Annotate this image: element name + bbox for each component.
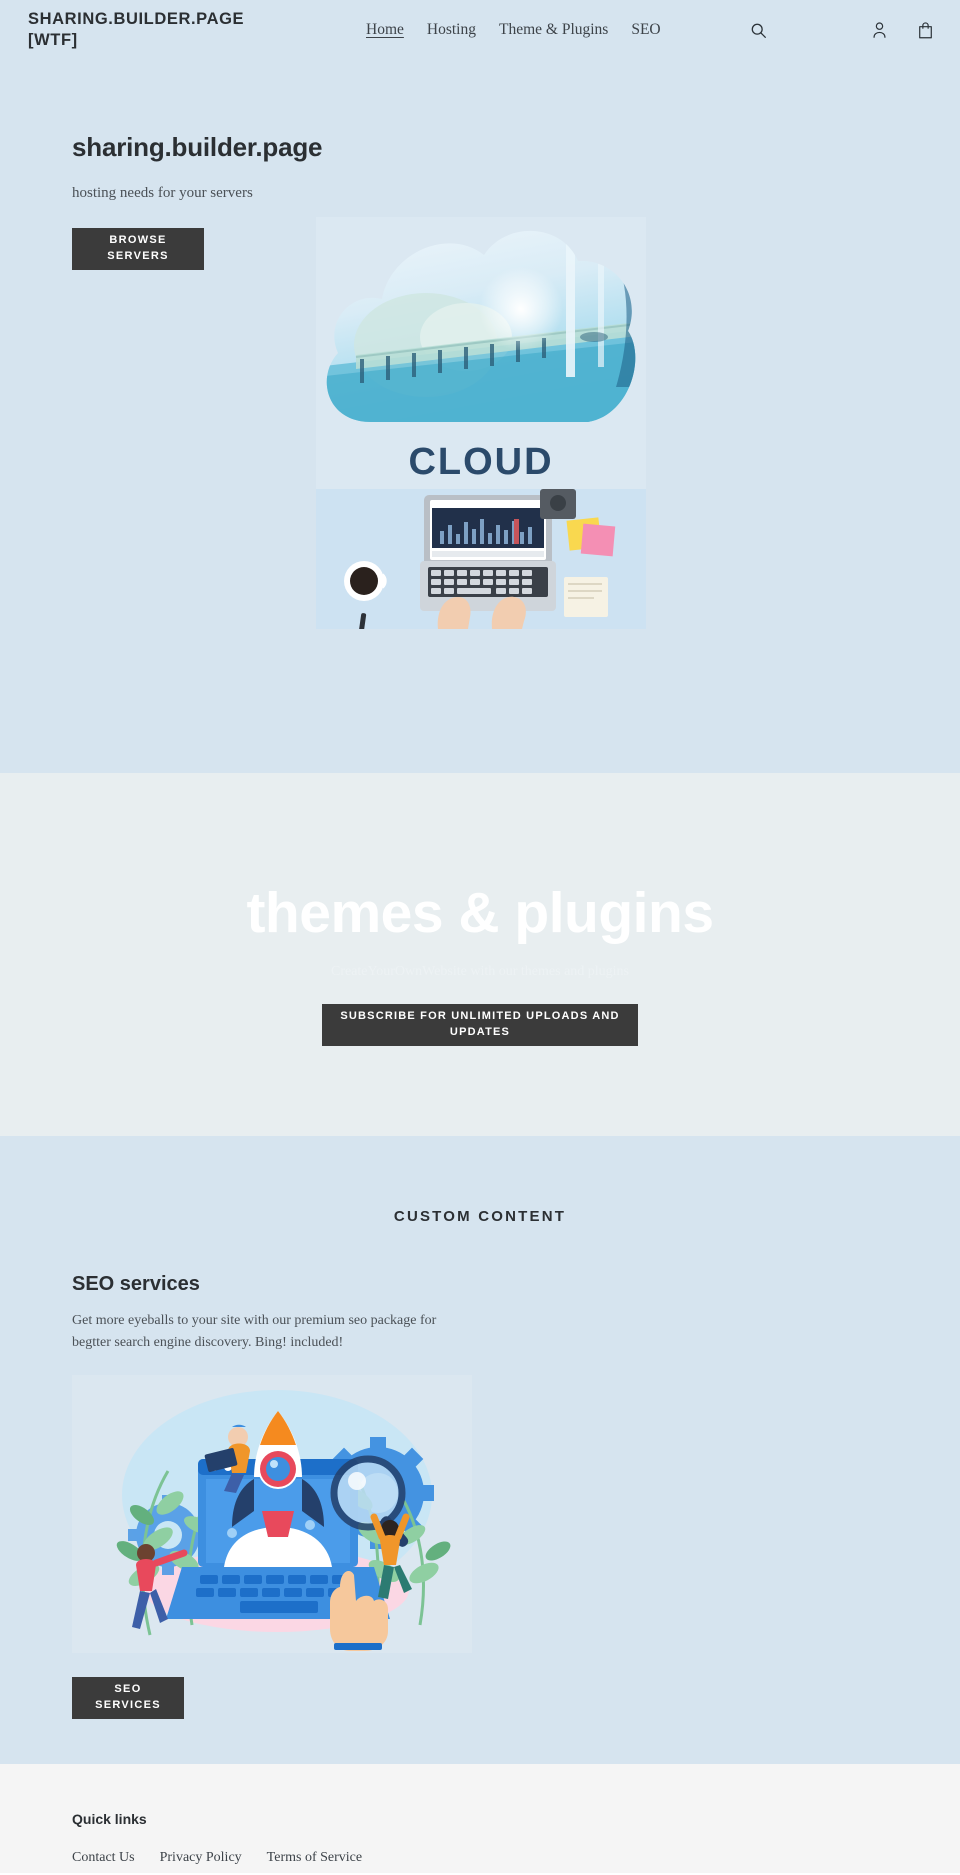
search-button[interactable] bbox=[747, 18, 771, 42]
footer-link-privacy-policy[interactable]: Privacy Policy bbox=[160, 1850, 242, 1866]
search-icon bbox=[750, 22, 767, 39]
nav-item-home[interactable]: Home bbox=[366, 21, 404, 39]
subscribe-button[interactable]: SUBSCRIBE FOR UNLIMITED UPLOADS AND UPDA… bbox=[322, 1004, 638, 1046]
site-header: SHARING.BUILDER.PAGE [WTF] Home Hosting … bbox=[0, 0, 960, 60]
page-root: SHARING.BUILDER.PAGE [WTF] Home Hosting … bbox=[0, 0, 960, 1873]
seo-services-heading: SEO services bbox=[72, 1273, 200, 1295]
nav-item-theme-plugins[interactable]: Theme & Plugins bbox=[499, 21, 608, 39]
footer-link-terms-of-service[interactable]: Terms of Service bbox=[267, 1850, 362, 1866]
browse-servers-label-line1: BROWSE bbox=[109, 234, 167, 247]
cloud-illustration bbox=[316, 217, 646, 427]
site-logo[interactable]: SHARING.BUILDER.PAGE [WTF] bbox=[28, 9, 246, 51]
hero-title: sharing.builder.page bbox=[72, 132, 323, 162]
shopping-bag-icon bbox=[917, 21, 934, 39]
browse-servers-button[interactable]: BROWSE SERVERS bbox=[72, 228, 204, 270]
seo-services-label-line1: SEO bbox=[114, 1683, 142, 1696]
themes-banner-section: themes & plugins CreateYourOwnWebsite wi… bbox=[0, 773, 960, 1136]
account-icon bbox=[871, 21, 888, 39]
hero-section: sharing.builder.page hosting needs for y… bbox=[0, 60, 960, 773]
desk-illustration bbox=[316, 489, 646, 629]
custom-content-section: CUSTOM CONTENT SEO services Get more eye… bbox=[0, 1136, 960, 1764]
cloud-hero-image: CLOUD bbox=[316, 217, 646, 629]
header-actions bbox=[868, 19, 936, 41]
seo-services-label-line2: SERVICES bbox=[95, 1699, 161, 1712]
hero-subtitle: hosting needs for your servers bbox=[72, 185, 253, 201]
themes-title: themes & plugins bbox=[246, 881, 714, 945]
subscribe-label-line1: SUBSCRIBE FOR UNLIMITED UPLOADS AND bbox=[340, 1010, 620, 1023]
site-footer: Quick links Contact Us Privacy Policy Te… bbox=[0, 1764, 960, 1873]
themes-subtitle: CreateYourOwnWebsite with our themes and… bbox=[330, 964, 630, 979]
main-navigation: Home Hosting Theme & Plugins SEO bbox=[366, 21, 661, 39]
nav-item-hosting[interactable]: Hosting bbox=[427, 21, 476, 39]
seo-services-block: SEO services Get more eyeballs to your s… bbox=[0, 1273, 960, 1720]
footer-link-contact-us[interactable]: Contact Us bbox=[72, 1850, 135, 1866]
custom-content-title: CUSTOM CONTENT bbox=[393, 1208, 567, 1225]
footer-links: Contact Us Privacy Policy Terms of Servi… bbox=[72, 1850, 960, 1866]
seo-rocket-laptop-graphic bbox=[72, 1375, 472, 1654]
account-button[interactable] bbox=[868, 19, 890, 41]
cloud-image-label: CLOUD bbox=[408, 441, 554, 483]
nav-item-seo[interactable]: SEO bbox=[631, 21, 660, 39]
seo-services-description: Get more eyeballs to your site with our … bbox=[72, 1313, 437, 1350]
cart-button[interactable] bbox=[914, 19, 936, 41]
seo-illustration bbox=[72, 1375, 472, 1654]
footer-heading: Quick links bbox=[72, 1811, 147, 1827]
subscribe-label-line2: UPDATES bbox=[449, 1026, 511, 1038]
seo-services-button[interactable]: SEO SERVICES bbox=[72, 1677, 184, 1720]
browse-servers-label-line2: SERVERS bbox=[107, 250, 169, 262]
